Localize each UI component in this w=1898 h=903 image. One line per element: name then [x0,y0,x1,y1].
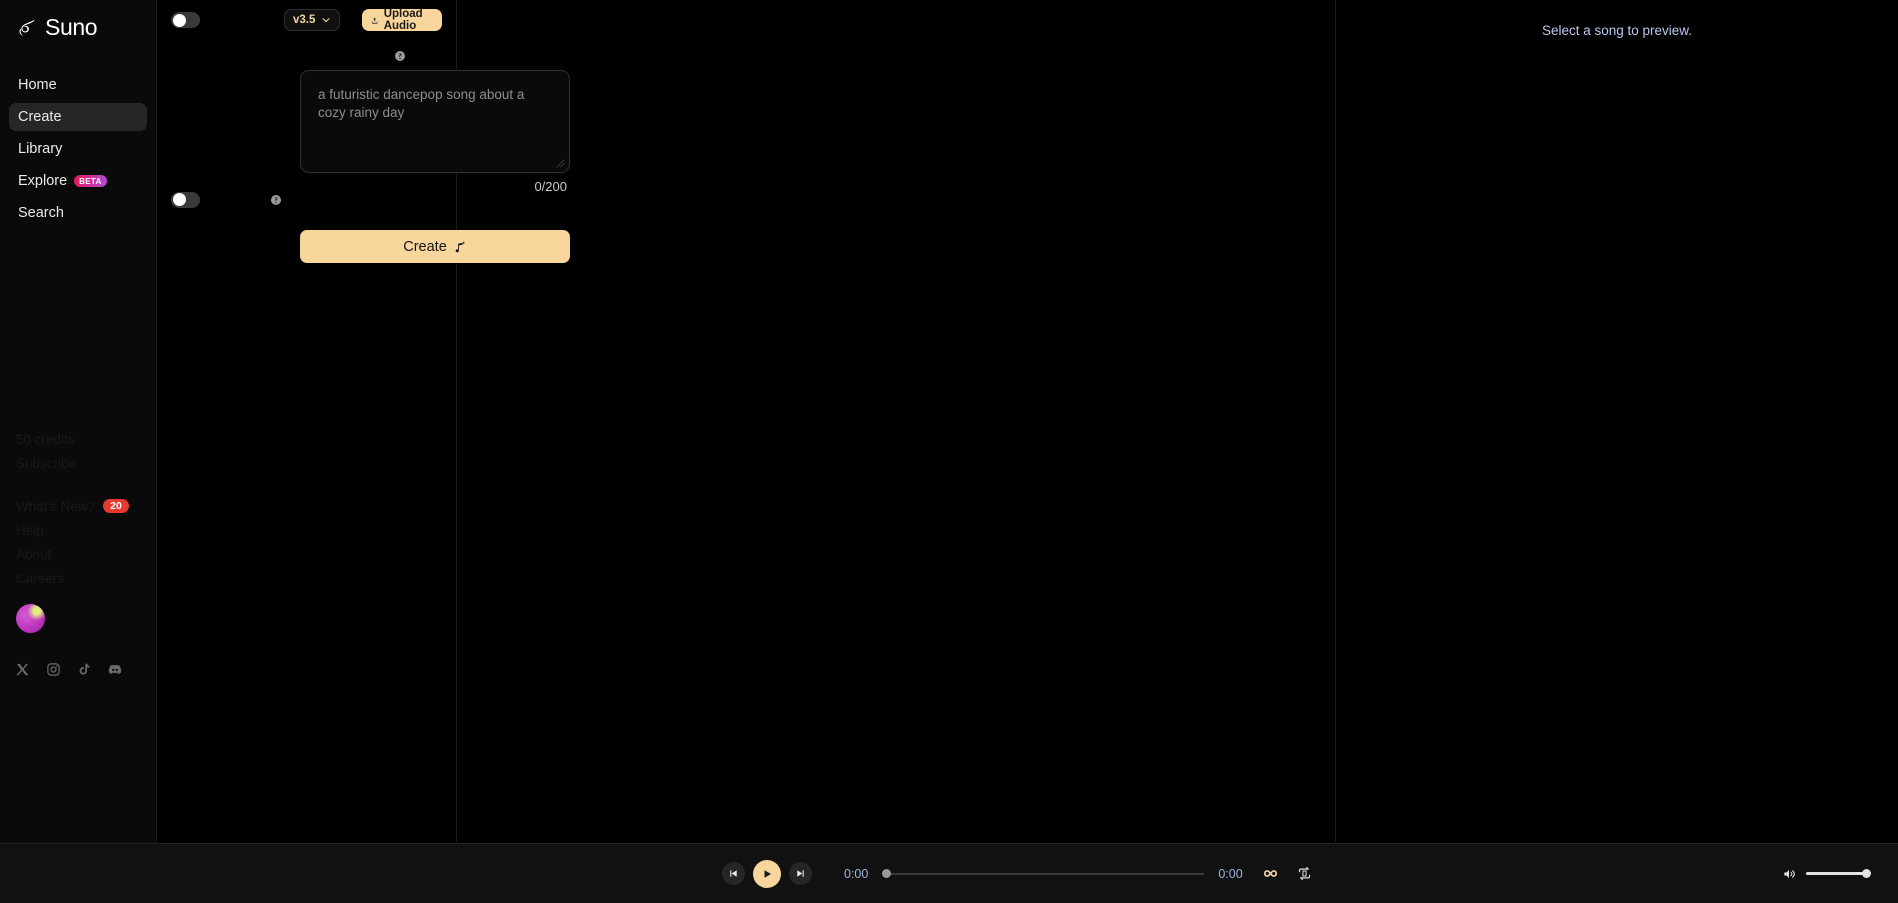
skip-forward-icon [797,870,804,877]
about-label: About [16,546,52,562]
toggle-knob [172,193,186,206]
progress-handle[interactable] [882,869,892,878]
play-button[interactable] [753,859,781,888]
chevron-down-icon [322,18,330,23]
sidebar-item-search[interactable]: Search [9,199,147,227]
volume-control [1781,867,1871,881]
resize-handle-icon[interactable] [556,159,565,168]
prompt-placeholder: a futuristic dancepop song about a cozy … [318,87,525,120]
upload-audio-label: Upload Audio [383,8,423,32]
whats-new-link[interactable]: What's New? 20 [0,494,157,518]
upload-icon [372,17,378,24]
sidebar-item-explore[interactable]: Explore BETA [9,167,147,195]
model-version-dropdown[interactable]: v3.5 [284,9,341,31]
model-version-label: v3.5 [293,14,316,26]
sidebar: Suno Home Create Library Explore BETA Se… [0,0,157,843]
volume-slider[interactable] [1806,869,1871,878]
prompt-counter: 0/200 [534,179,567,194]
whats-new-label: What's New? [16,498,96,514]
help-label: Help [16,522,44,538]
create-controls-row: v3.5 Upload Audio [157,0,456,33]
help-circle-icon[interactable] [270,194,282,206]
create-button[interactable]: Create [300,230,570,263]
whats-new-badge: 20 [103,499,129,513]
volume-handle[interactable] [1862,869,1871,878]
discord-icon[interactable] [107,662,123,677]
subscribe-label: Subscribe [16,455,77,471]
tiktok-icon[interactable] [77,662,91,677]
total-time: 0:00 [1218,866,1243,881]
sidebar-nav: Home Create Library Explore BETA Search [0,71,156,227]
sidebar-item-label: Library [18,141,63,157]
credits-display: 50 credits [0,427,157,451]
help-circle-icon[interactable] [394,50,406,62]
subscribe-link[interactable]: Subscribe [0,451,157,475]
song-preview-pane: Select a song to preview. [1335,0,1898,843]
sidebar-item-label: Search [18,205,64,221]
brand-logo[interactable]: Suno [0,0,156,41]
suno-app: Suno Home Create Library Explore BETA Se… [0,0,1898,903]
transport-controls [722,859,812,888]
create-button-label: Create [403,238,447,255]
repeat-icon[interactable] [1297,866,1312,881]
volume-icon[interactable] [1781,867,1797,881]
upload-audio-button[interactable]: Upload Audio [362,8,442,32]
sidebar-item-home[interactable]: Home [9,71,147,99]
music-note-sparkle-icon [455,240,466,252]
instrumental-toggle[interactable] [171,191,200,208]
progress-track [882,872,1205,875]
help-link[interactable]: Help [0,518,157,542]
about-link[interactable]: About [0,542,157,566]
next-track-button[interactable] [789,862,812,885]
infinity-icon[interactable] [1262,865,1279,882]
prompt-textarea[interactable]: a futuristic dancepop song about a cozy … [300,70,570,194]
play-icon [764,869,771,878]
toggle-knob [172,13,186,27]
sidebar-item-library[interactable]: Library [9,135,147,163]
workspace-area [457,0,1335,843]
careers-link[interactable]: Careers [0,566,157,590]
x-icon[interactable] [15,662,30,677]
create-panel: v3.5 Upload Audio a futuristic dancepop … [157,0,570,843]
avatar[interactable] [16,604,45,633]
sidebar-item-label: Home [18,77,57,93]
custom-mode-toggle[interactable] [171,12,200,28]
sidebar-item-create[interactable]: Create [9,103,147,131]
beta-badge: BETA [74,174,107,188]
player-bar: 0:00 0:00 [0,843,1898,903]
skip-back-icon [730,870,737,877]
sidebar-footer-lower: What's New? 20 Help About Careers [0,494,157,590]
instagram-icon[interactable] [46,662,61,677]
credits-label: 50 credits [16,431,75,447]
careers-label: Careers [16,570,65,586]
sidebar-item-label: Create [18,109,62,125]
progress-scrubber[interactable] [882,867,1205,881]
preview-empty-message: Select a song to preview. [1541,23,1693,38]
current-time: 0:00 [844,866,869,881]
instrumental-row [157,183,296,216]
sidebar-item-label: Explore [18,173,68,189]
brand-name: Suno [45,14,98,40]
social-links [15,662,123,677]
previous-track-button[interactable] [722,862,745,885]
suno-logo-icon [19,19,35,36]
sidebar-footer-upper: 50 credits Subscribe [0,427,157,475]
